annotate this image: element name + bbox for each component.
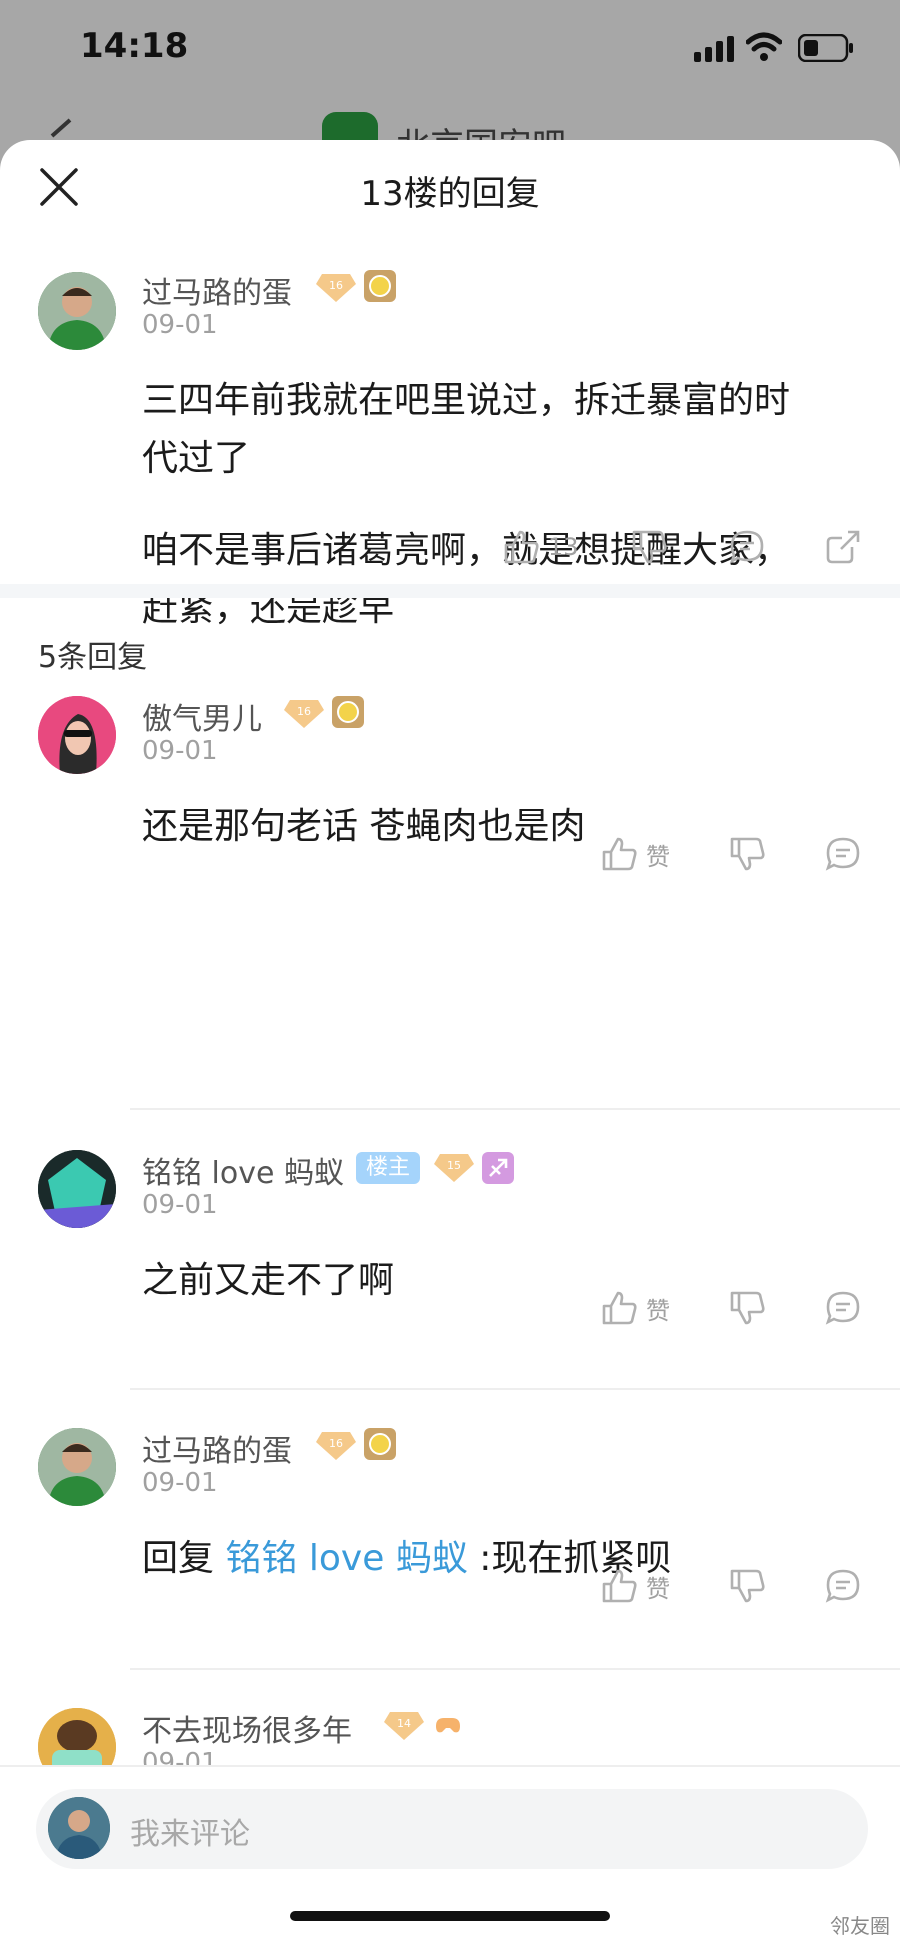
comment-bar: 我来评论 bbox=[0, 1765, 900, 1948]
username[interactable]: 过马路的蛋 bbox=[142, 1426, 292, 1470]
thumbs-down-icon bbox=[730, 1569, 765, 1603]
comment-icon bbox=[825, 837, 860, 871]
level-number: 16 bbox=[329, 1437, 343, 1450]
like-button[interactable]: 赞 bbox=[600, 1564, 670, 1608]
dislike-button[interactable] bbox=[728, 1564, 766, 1608]
avatar-image bbox=[38, 1150, 116, 1228]
comment-button[interactable] bbox=[824, 832, 862, 876]
like-button[interactable]: 赞 bbox=[600, 832, 670, 876]
thumbs-up-icon bbox=[602, 1569, 637, 1603]
user-avatar bbox=[48, 1797, 110, 1859]
avatar-image bbox=[38, 696, 116, 774]
reply-content: 回复 铭铭 love 蚂蚁 :现在抓紧呗 bbox=[142, 1530, 671, 1588]
thumbs-down-icon bbox=[730, 837, 765, 871]
mention-link[interactable]: 铭铭 love 蚂蚁 bbox=[225, 1538, 467, 1579]
sheet-header: 13楼的回复 bbox=[0, 140, 900, 240]
battery-icon bbox=[798, 34, 853, 62]
like-label: 赞 bbox=[646, 1296, 670, 1325]
sagittarius-icon bbox=[482, 1152, 514, 1184]
like-label: 赞 bbox=[646, 842, 670, 871]
level-number: 15 bbox=[447, 1159, 461, 1172]
level-badge-icon: 16 bbox=[316, 274, 356, 302]
watermark: 邻友圈 bbox=[830, 1914, 890, 1938]
level-badge-icon: 16 bbox=[284, 700, 324, 728]
comment-icon bbox=[825, 1291, 860, 1325]
comment-button[interactable] bbox=[824, 1286, 862, 1330]
dislike-button[interactable] bbox=[630, 525, 668, 569]
replies-count-title: 5条回复 bbox=[38, 640, 148, 675]
comment-button[interactable] bbox=[824, 1564, 862, 1608]
level-badge-icon: 15 bbox=[434, 1154, 474, 1182]
avatar[interactable] bbox=[38, 1150, 116, 1228]
reply-date: 09-01 bbox=[142, 1190, 218, 1220]
avatar[interactable] bbox=[38, 1428, 116, 1506]
sheet-title: 13楼的回复 bbox=[360, 174, 540, 214]
comment-icon bbox=[825, 1569, 860, 1603]
level-number: 16 bbox=[297, 705, 311, 718]
cellular-signal-icon bbox=[694, 36, 734, 62]
medal-icon bbox=[364, 270, 396, 302]
avatar-image bbox=[38, 1428, 116, 1506]
thumbs-up-icon bbox=[602, 1291, 637, 1325]
level-number: 14 bbox=[397, 1717, 411, 1730]
post-content: 三四年前我就在吧里说过，拆迁暴富的时 代过了 咱不是事后诸葛亮啊，就是想提醒大家… bbox=[142, 372, 790, 638]
like-count: 13 bbox=[548, 533, 579, 561]
username[interactable]: 傲气男儿 bbox=[142, 694, 262, 738]
reply-divider bbox=[130, 1108, 900, 1110]
dislike-button[interactable] bbox=[728, 1286, 766, 1330]
reply-date: 09-01 bbox=[142, 1468, 218, 1498]
comment-icon bbox=[729, 530, 764, 564]
reply-divider bbox=[130, 1388, 900, 1390]
wifi-icon bbox=[746, 32, 782, 61]
avatar-image bbox=[38, 272, 116, 350]
share-button[interactable] bbox=[824, 525, 862, 569]
home-indicator[interactable] bbox=[290, 1911, 610, 1921]
reply-content: 之前又走不了啊 bbox=[142, 1260, 395, 1301]
avatar[interactable] bbox=[38, 272, 116, 350]
username[interactable]: 铭铭 love 蚂蚁 bbox=[142, 1148, 344, 1192]
section-divider bbox=[0, 584, 900, 598]
level-badge-icon: 14 bbox=[384, 1712, 424, 1740]
post-line: 代过了 bbox=[142, 438, 251, 479]
like-button[interactable]: 13 bbox=[502, 525, 579, 569]
reply-date: 09-01 bbox=[142, 736, 218, 766]
reply-sheet: 13楼的回复 过马路的蛋 16 09-01 三四年前我就在吧里说过，拆迁暴富的时… bbox=[0, 140, 900, 1948]
post-date: 09-01 bbox=[142, 310, 218, 340]
share-icon bbox=[826, 530, 860, 564]
comment-input[interactable]: 我来评论 bbox=[36, 1789, 868, 1869]
username[interactable]: 不去现场很多年 bbox=[142, 1706, 352, 1750]
level-number: 16 bbox=[329, 279, 343, 292]
post-line: 三四年前我就在吧里说过，拆迁暴富的时 bbox=[142, 380, 791, 421]
comment-placeholder: 我来评论 bbox=[130, 1817, 250, 1852]
post-line: 咱不是事后诸葛亮啊，就是想提醒大家， bbox=[142, 530, 791, 571]
thumbs-down-icon bbox=[632, 530, 667, 564]
status-bar: 14:18 bbox=[0, 0, 900, 100]
like-button[interactable]: 赞 bbox=[600, 1286, 670, 1330]
dislike-button[interactable] bbox=[728, 832, 766, 876]
thumbs-up-icon bbox=[602, 837, 637, 871]
op-tag: 楼主 bbox=[356, 1152, 421, 1184]
reply-prefix: 回复 bbox=[142, 1538, 226, 1579]
medal-icon bbox=[332, 696, 364, 728]
comment-button[interactable] bbox=[728, 525, 766, 569]
avatar-image bbox=[48, 1797, 110, 1859]
level-badge-icon: 16 bbox=[316, 1432, 356, 1460]
reply-divider bbox=[130, 1668, 900, 1670]
status-time: 14:18 bbox=[80, 26, 189, 66]
medal-icon bbox=[364, 1428, 396, 1460]
thumbs-up-icon bbox=[504, 530, 539, 564]
avatar[interactable] bbox=[38, 696, 116, 774]
like-label: 赞 bbox=[646, 1574, 670, 1603]
reply-content: 还是那句老话 苍蝇肉也是肉 bbox=[142, 806, 586, 847]
gamepad-icon bbox=[436, 1718, 460, 1733]
username[interactable]: 过马路的蛋 bbox=[142, 268, 292, 312]
thumbs-down-icon bbox=[730, 1291, 765, 1325]
